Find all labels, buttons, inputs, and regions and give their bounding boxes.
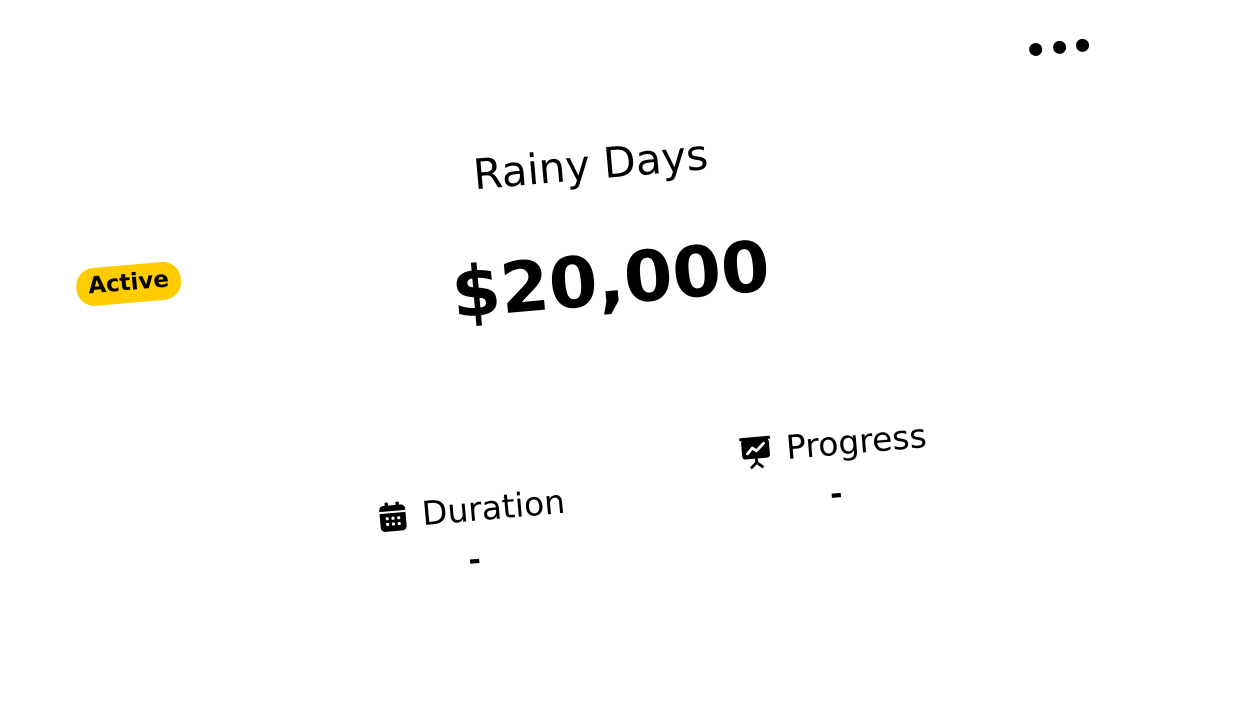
more-options-icon-dot [1052,40,1066,54]
progress-value: - [740,469,932,520]
calendar-icon [374,496,412,537]
status-badge: Active [75,260,183,307]
duration-label: Duration [420,482,566,533]
savings-goal-card: Active Rainy Days $20,000 Duration - [0,0,1258,725]
duration-stat: Duration - [374,482,571,586]
more-options-icon-dot [1075,38,1089,52]
progress-label: Progress [784,416,928,467]
card-title: Rainy Days [464,129,717,200]
progress-stat: Progress - [735,416,932,520]
presentation-chart-icon [735,430,775,471]
more-options-button[interactable] [1028,34,1090,59]
goal-amount: $20,000 [433,224,789,336]
duration-value: - [378,535,570,586]
more-options-icon-dot [1029,42,1043,56]
